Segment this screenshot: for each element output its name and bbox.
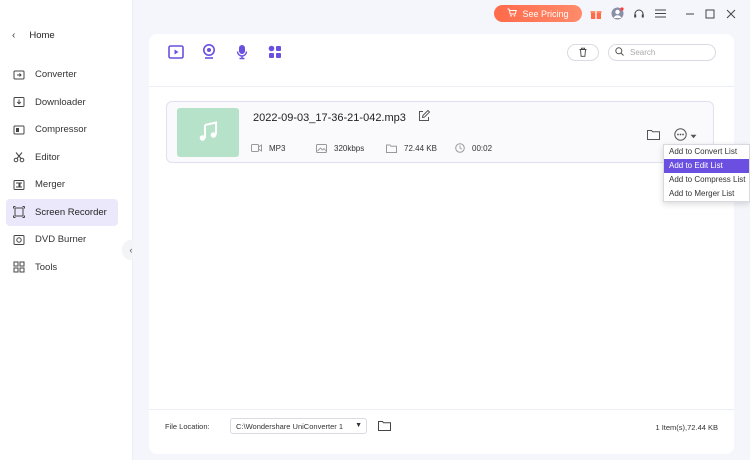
bitrate-meta: 320kbps [316,143,364,153]
home-link[interactable]: ‹ Home [12,30,55,41]
panel-footer: File Location: C:\Wondershare UniConvert… [149,409,734,454]
folder-icon [386,143,397,153]
audio-recorder-icon[interactable] [234,44,250,60]
sidebar-item-editor[interactable]: Editor [6,144,118,172]
sidebar-item-label: Merger [35,179,66,191]
sidebar-item-merger[interactable]: Merger [6,171,118,199]
menu-item-add-to-compress-list[interactable]: Add to Compress List [664,173,749,187]
size-meta: 72.44 KB [386,143,437,153]
image-icon [316,143,327,153]
video-camera-icon [251,143,262,153]
see-pricing-label: See Pricing [522,8,569,19]
file-format: MP3 [269,143,286,153]
file-location-label: File Location: [165,422,210,431]
apps-grid-icon[interactable] [267,44,283,60]
file-location-path: C:\Wondershare UniConverter 1 [236,421,343,431]
open-folder-icon[interactable] [647,129,660,140]
sidebar-item-label: Compressor [35,124,87,136]
menu-item-add-to-edit-list[interactable]: Add to Edit List [664,159,749,173]
duration-meta: 00:02 [454,143,492,153]
sidebar-item-label: Tools [35,261,58,273]
search-box[interactable] [608,44,716,61]
music-note-icon [197,120,219,145]
recorder-panel: 2022-09-03_17-36-21-042.mp3 MP3 320kbps … [149,34,734,454]
gift-icon[interactable] [589,7,602,20]
menu-item-add-to-merger-list[interactable]: Add to Merger List [664,187,749,201]
chevron-down-icon: ▼ [355,422,362,429]
file-duration: 00:02 [472,143,493,153]
menu-icon[interactable] [654,7,667,20]
tools-grid-icon [12,261,25,274]
see-pricing-button[interactable]: See Pricing [494,5,582,22]
file-card[interactable]: 2022-09-03_17-36-21-042.mp3 MP3 320kbps … [166,101,714,163]
sidebar-item-label: Downloader [35,96,86,108]
home-label: Home [29,30,55,41]
maximize-icon[interactable] [703,7,716,20]
file-bitrate: 320kbps [334,143,365,153]
search-icon [615,47,624,58]
minimize-icon[interactable] [683,7,696,20]
folder-icon[interactable] [378,420,391,431]
audio-thumbnail [177,108,239,157]
sidebar-item-label: DVD Burner [35,234,87,246]
cart-icon [507,8,518,19]
trash-icon [578,47,588,59]
recorder-toolbar [149,34,734,87]
file-size: 72.44 KB [404,143,437,153]
compressor-icon [12,123,25,136]
record-screen-icon[interactable] [168,44,184,60]
rename-edit-icon[interactable] [418,109,431,123]
sidebar-nav: Converter Downloader Compressor Editor M… [6,61,118,281]
close-icon[interactable] [724,7,737,20]
file-name: 2022-09-03_17-36-21-042.mp3 [253,112,406,124]
sidebar-item-compressor[interactable]: Compressor [6,116,118,144]
delete-button[interactable] [567,44,599,61]
more-dots-icon [674,128,687,143]
chevron-down-icon [690,131,697,141]
clock-icon [454,143,465,153]
webcam-icon[interactable] [201,44,217,60]
avatar[interactable] [611,7,624,20]
file-location-select[interactable]: C:\Wondershare UniConverter 1 ▼ [230,418,367,434]
menu-item-add-to-convert-list[interactable]: Add to Convert List [664,145,749,159]
sidebar-item-converter[interactable]: Converter [6,61,118,89]
sidebar-item-label: Converter [35,69,77,81]
add-to-list-menu: Add to Convert List Add to Edit List Add… [663,144,750,202]
sidebar-item-tools[interactable]: Tools [6,254,118,282]
sidebar-item-label: Screen Recorder [35,206,107,218]
screen-recorder-icon [12,206,25,219]
headset-support-icon[interactable] [632,7,645,20]
search-input[interactable] [630,48,710,57]
sidebar: ‹ Home Converter Downloader Compressor E… [0,0,133,460]
sidebar-item-downloader[interactable]: Downloader [6,89,118,117]
chevron-left-icon: ‹ [12,30,16,41]
more-options-button[interactable] [674,128,697,143]
item-count: 1 Item(s),72.44 KB [655,423,718,432]
scissors-icon [12,151,25,164]
merger-icon [12,178,25,191]
format-meta: MP3 [251,143,285,153]
converter-icon [12,68,25,81]
downloader-icon [12,96,25,109]
disc-icon [12,233,25,246]
sidebar-item-screen-recorder[interactable]: Screen Recorder [6,198,118,226]
sidebar-item-label: Editor [35,151,60,163]
sidebar-item-dvd-burner[interactable]: DVD Burner [6,226,118,254]
